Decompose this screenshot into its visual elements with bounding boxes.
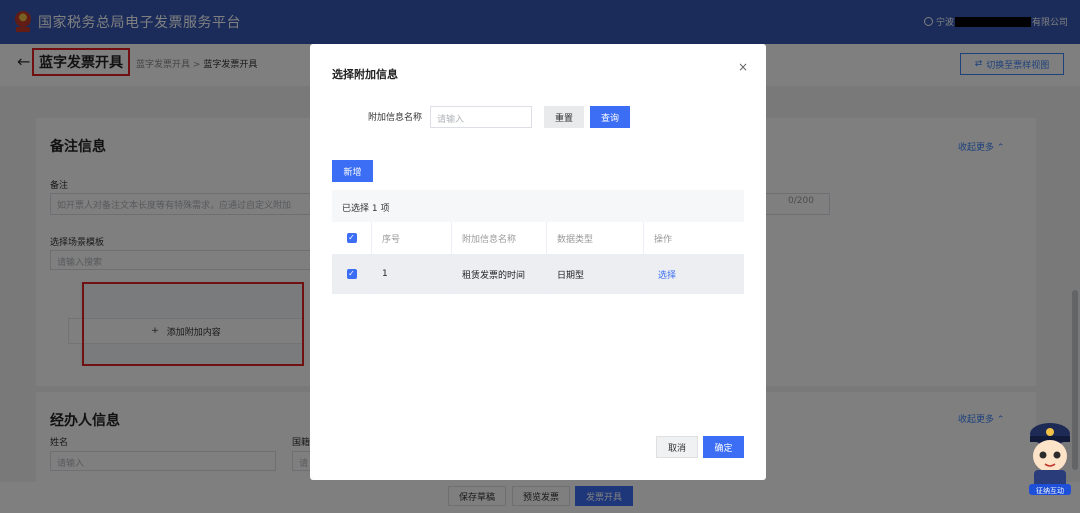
checkbox-checked-icon: ✓	[346, 269, 357, 279]
select-all-checkbox[interactable]: ✓	[332, 222, 372, 254]
close-icon[interactable]: ×	[738, 60, 748, 74]
query-button[interactable]: 查询	[590, 106, 630, 128]
confirm-button[interactable]: 确定	[703, 436, 744, 458]
cancel-button[interactable]: 取消	[656, 436, 698, 458]
table-row[interactable]: ✓ 1 租赁发票的时间 日期型 选择	[332, 255, 744, 294]
extra-info-name-input[interactable]: 请输入	[430, 106, 532, 128]
row-name: 租赁发票的时间	[452, 255, 547, 293]
row-index: 1	[372, 255, 452, 293]
select-link-label: 选择	[658, 270, 677, 281]
selection-summary: 已选择 1 项	[332, 190, 744, 222]
column-header-name: 附加信息名称	[452, 222, 547, 254]
mascot-caption: 征纳互动	[1036, 486, 1064, 495]
reset-button[interactable]: 重置	[544, 106, 584, 128]
select-extra-info-dialog: 选择附加信息 × 附加信息名称 请输入 重置 查询 新增 已选择 1 项 ✓ 序…	[310, 44, 766, 480]
row-type: 日期型	[547, 255, 644, 293]
table-header-row: ✓ 序号 附加信息名称 数据类型 操作	[332, 222, 744, 255]
extra-info-table: ✓ 序号 附加信息名称 数据类型 操作 ✓ 1 租赁发票的时间 日期型 选择	[332, 222, 744, 294]
row-checkbox[interactable]: ✓	[332, 255, 372, 293]
assistant-mascot[interactable]: 征纳互动	[1024, 418, 1076, 496]
row-select-link[interactable]: 选择	[644, 255, 744, 293]
add-new-button[interactable]: 新增	[332, 160, 373, 182]
column-header-action: 操作	[654, 234, 673, 245]
checkbox-checked-icon: ✓	[346, 233, 357, 243]
column-header-type: 数据类型	[547, 222, 644, 254]
column-header-index: 序号	[372, 222, 452, 254]
search-label: 附加信息名称	[368, 113, 423, 123]
dialog-title: 选择附加信息	[332, 68, 398, 81]
selected-count-text: 已选择 1 项	[342, 204, 390, 214]
search-placeholder: 请输入	[437, 115, 465, 125]
